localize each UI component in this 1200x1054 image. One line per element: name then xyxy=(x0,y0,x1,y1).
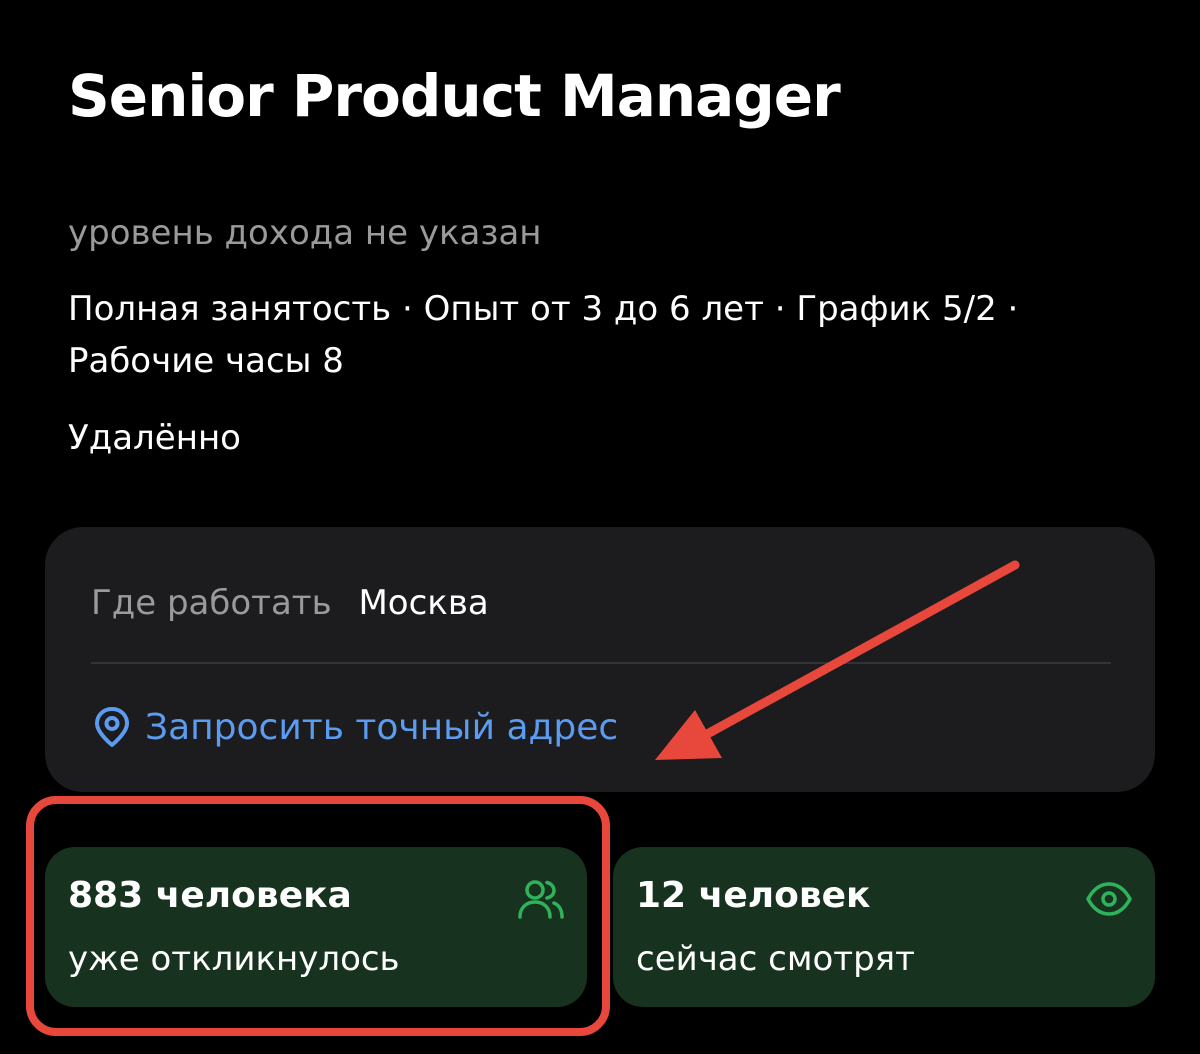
where-row: Где работать Москва xyxy=(91,583,489,623)
vacancy-title: Senior Product Manager xyxy=(68,62,841,130)
salary-text: уровень дохода не указан xyxy=(68,213,542,253)
responses-caption: уже откликнулось xyxy=(68,939,400,979)
location-card: Где работать Москва Запросить точный адр… xyxy=(45,527,1155,792)
work-format: Удалённо xyxy=(68,418,241,458)
responses-card[interactable]: 883 человека уже откликнулось xyxy=(45,847,587,1007)
people-icon xyxy=(517,877,565,921)
where-label: Где работать xyxy=(91,583,332,623)
viewers-card[interactable]: 12 человек сейчас смотрят xyxy=(613,847,1155,1007)
responses-count: 883 человека xyxy=(68,875,352,916)
request-address-link[interactable]: Запросить точный адрес xyxy=(91,705,618,749)
location-pin-icon xyxy=(91,705,133,749)
location-divider xyxy=(91,662,1111,664)
city-value: Москва xyxy=(358,583,489,623)
eye-icon xyxy=(1085,877,1133,921)
employment-details: Полная занятость · Опыт от 3 до 6 лет · … xyxy=(68,289,1019,381)
viewers-count: 12 человек xyxy=(636,875,871,916)
request-address-label: Запросить точный адрес xyxy=(145,706,619,748)
viewers-caption: сейчас смотрят xyxy=(636,939,915,979)
